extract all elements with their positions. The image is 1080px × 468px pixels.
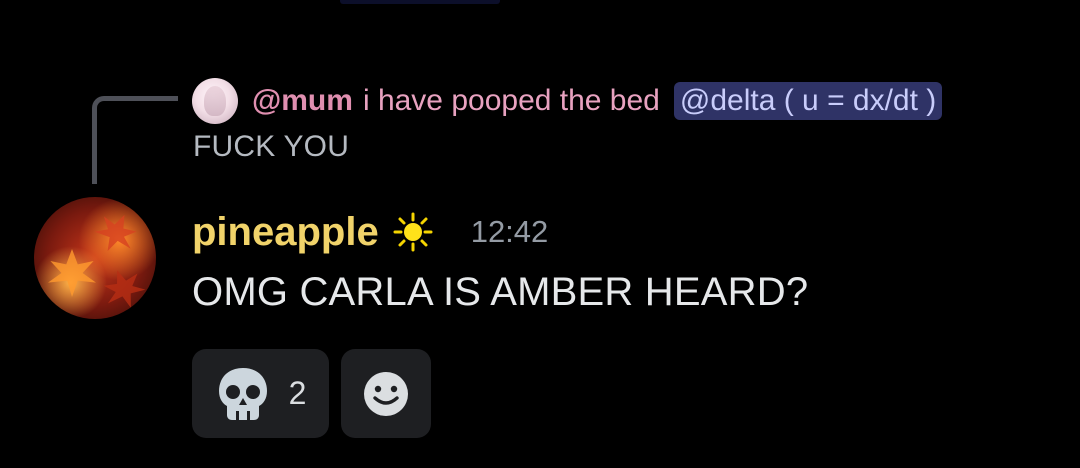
- avatar-leaf: [98, 263, 149, 314]
- message-header: pineapple 12:42: [192, 204, 548, 260]
- sun-icon: [393, 212, 433, 252]
- add-reaction-button[interactable]: [341, 349, 431, 438]
- reply-preview-text: i have pooped the bed: [362, 84, 660, 117]
- mention-delta[interactable]: @delta ( u = dx/dt ): [673, 82, 943, 120]
- avatar-leaf: [89, 206, 142, 259]
- avatar-leaf: [48, 249, 96, 297]
- reaction-count: 2: [288, 375, 307, 411]
- avatar[interactable]: [34, 197, 156, 319]
- reply-connector-line: [92, 96, 178, 184]
- timestamp[interactable]: 12:42: [471, 214, 549, 250]
- reaction-skull-button[interactable]: 2: [192, 349, 329, 438]
- previous-message-edge: [340, 0, 500, 4]
- message-text: OMG CARLA IS AMBER HEARD?: [192, 270, 809, 314]
- reply-author-name[interactable]: @mum: [252, 84, 353, 118]
- skull-icon: [218, 367, 267, 420]
- chat-message-view: @mum i have pooped the bed @delta ( u = …: [0, 0, 1080, 468]
- reply-preview[interactable]: @mum i have pooped the bed @delta ( u = …: [192, 76, 943, 126]
- add-reaction-smiley-icon: [364, 371, 408, 416]
- username[interactable]: pineapple: [192, 210, 379, 255]
- reply-author-avatar[interactable]: [192, 78, 238, 124]
- reply-body-text: FUCK YOU: [193, 130, 350, 163]
